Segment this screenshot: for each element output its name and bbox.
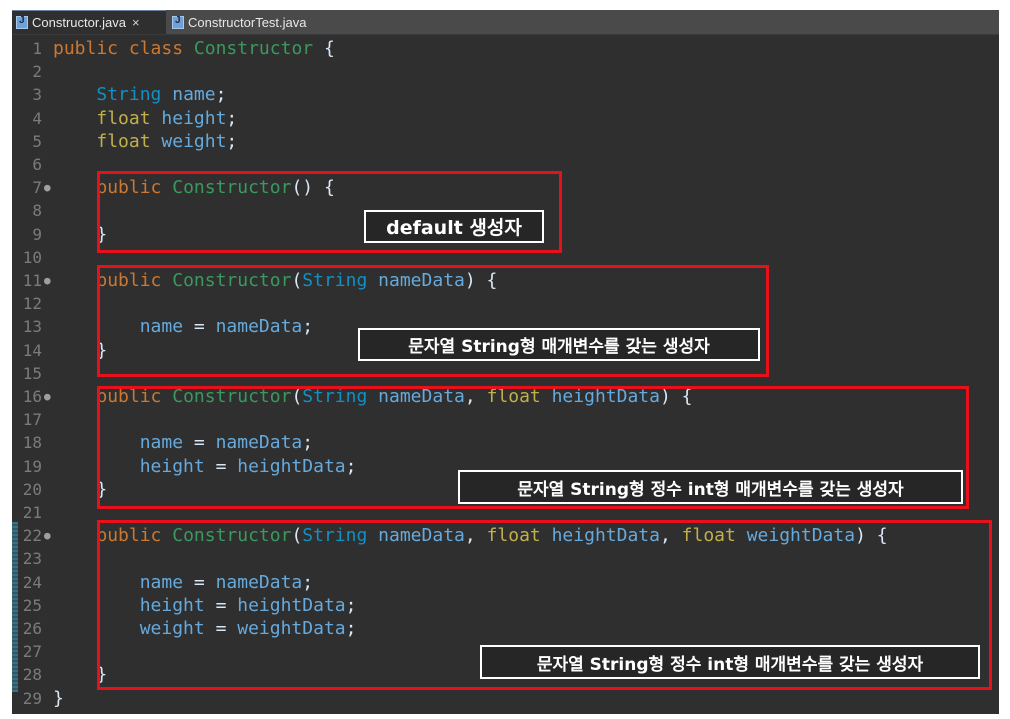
annotation-label: 문자열 String형 정수 int형 매개변수를 갖는 생성자 [480,645,980,679]
line-number: 19 [22,456,42,476]
line-number: 3 [32,85,42,105]
line-number: 8 [32,201,42,221]
line-number: 15 [22,363,42,383]
line-number: 4 [32,108,42,128]
line-number: 25 [22,595,42,615]
line-number: 1 [32,39,42,58]
tab-constructortest-java[interactable]: ConstructorTest.java [168,10,338,34]
line-number: 28 [22,665,42,685]
line-number: 13 [22,317,42,337]
line-number: 16 [22,387,42,406]
line-number: 10 [22,247,42,267]
fold-marker-icon[interactable]: ● [44,269,51,292]
tab-label: Constructor.java [32,15,126,30]
line-number: 27 [22,642,42,662]
java-file-icon [172,15,184,29]
annotation-label: default 생성자 [364,210,544,243]
line-number: 14 [22,340,42,360]
editor-window: Constructor.java × ConstructorTest.java … [12,10,999,714]
line-number: 11 [22,271,42,290]
line-number: 23 [22,549,42,569]
code-text: float weight; [96,130,238,152]
annotation-label: 문자열 String형 정수 int형 매개변수를 갖는 생성자 [458,470,963,504]
fold-marker-icon[interactable]: ● [44,176,51,199]
java-file-icon [16,15,28,29]
close-icon[interactable]: × [132,15,140,30]
line-number: 6 [32,155,42,174]
annotation-label: 문자열 String형 매개변수를 갖는 생성자 [358,328,760,361]
code-text: String name; [96,84,227,106]
code-text: float height; [96,107,238,129]
line-number: 22 [22,526,42,546]
tab-constructor-java[interactable]: Constructor.java × [12,10,166,34]
fold-marker-icon[interactable]: ● [44,385,51,408]
code-text: public class Constructor { [53,38,335,59]
line-number: 17 [22,410,42,430]
line-number: 9 [32,224,42,244]
tab-label: ConstructorTest.java [188,14,307,30]
line-number: 12 [22,294,42,314]
line-number: 5 [32,131,42,151]
line-number: 20 [22,479,42,499]
fold-marker-icon[interactable]: ● [44,524,51,547]
line-number: 7 [32,178,42,198]
line-number: 2 [32,62,42,82]
line-number: 21 [22,503,42,522]
tab-bar: Constructor.java × ConstructorTest.java [12,10,999,35]
line-number: 18 [22,433,42,453]
line-number: 29 [22,688,42,708]
line-number: 26 [22,619,42,638]
line-number: 24 [22,572,42,592]
code-text: } [53,687,64,709]
